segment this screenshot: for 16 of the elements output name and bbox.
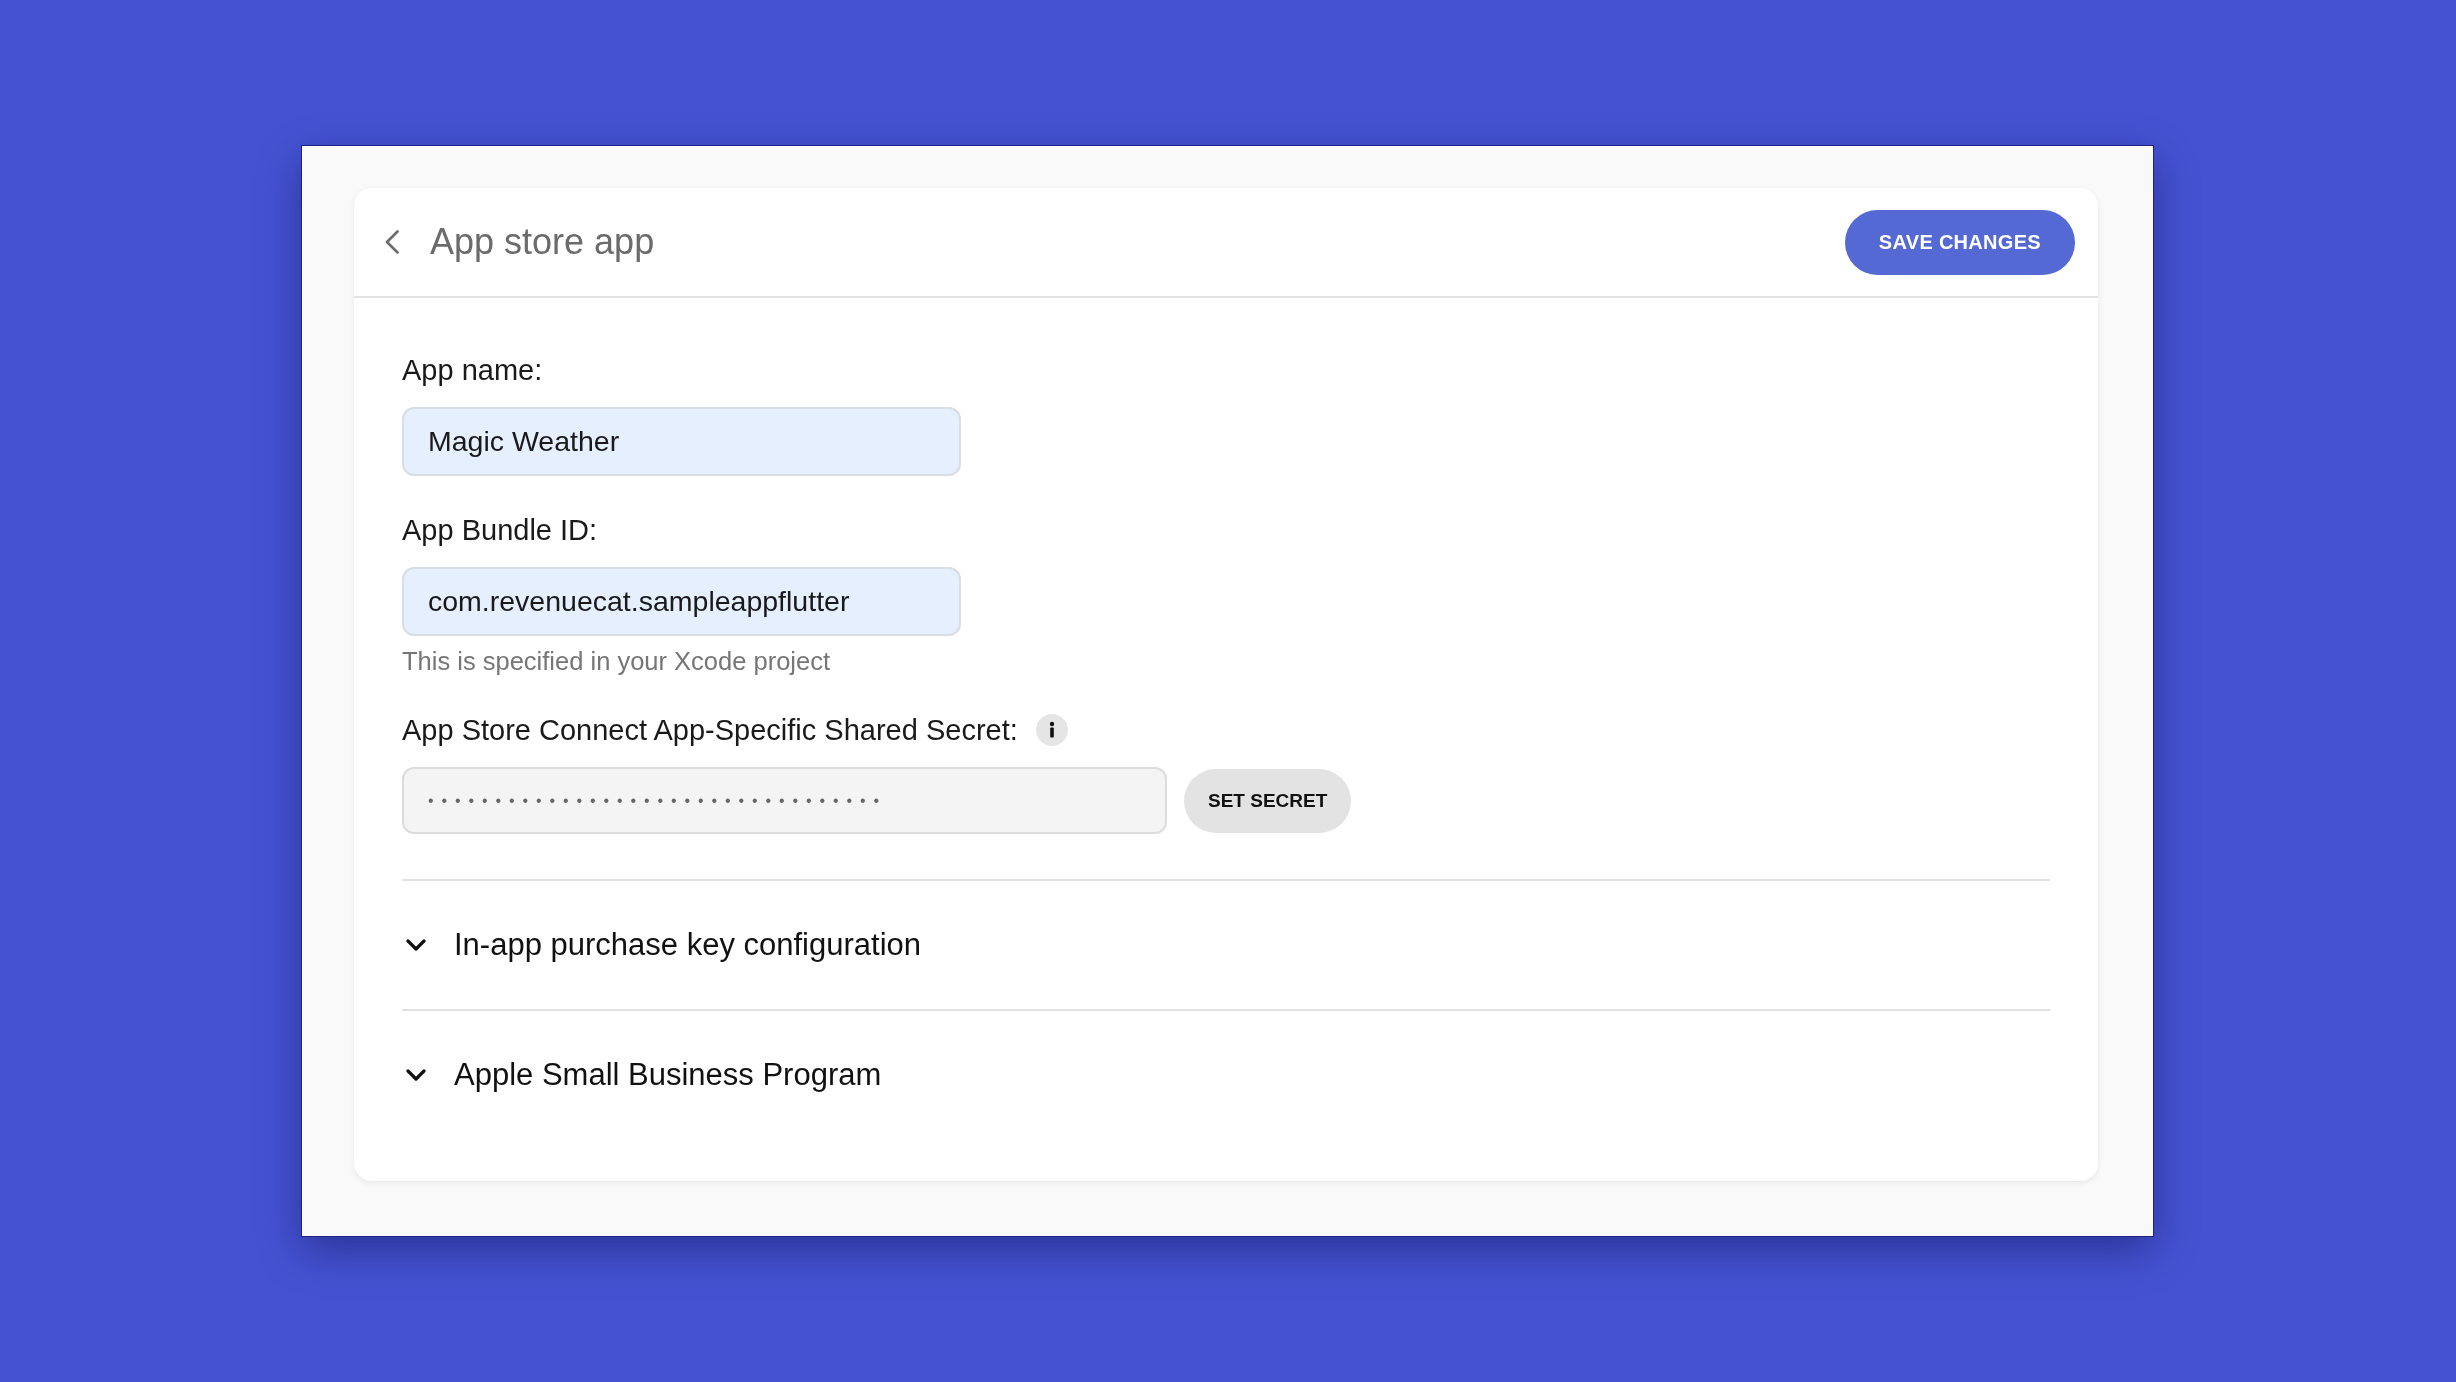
text-field[interactable]: com.revenuecat.sampleappflutter <box>402 567 961 636</box>
section-title[interactable]: Apple Small Business Program <box>454 1057 882 1093</box>
page-title: App store app <box>430 221 655 263</box>
back-icon[interactable] <box>385 230 399 254</box>
info-icon[interactable] <box>1035 714 1068 746</box>
field-label: App Bundle ID: <box>402 513 598 547</box>
text-field[interactable]: Magic Weather <box>402 407 961 476</box>
chevron-down-icon[interactable] <box>406 1069 426 1081</box>
secret-field[interactable]: •••••••••••••••••••••••••••••••••• <box>402 767 1167 834</box>
save-changes-button[interactable]: SAVE CHANGES <box>1844 209 2075 275</box>
field-label: App name: <box>402 353 543 387</box>
section-title[interactable]: In-app purchase key configuration <box>454 927 921 963</box>
chevron-down-icon[interactable] <box>406 939 426 951</box>
set-secret-button[interactable]: SET SECRET <box>1184 768 1352 833</box>
field-hint: This is specified in your Xcode project <box>402 646 831 676</box>
field-label: App Store Connect App-Specific Shared Secret: <box>402 713 1018 747</box>
